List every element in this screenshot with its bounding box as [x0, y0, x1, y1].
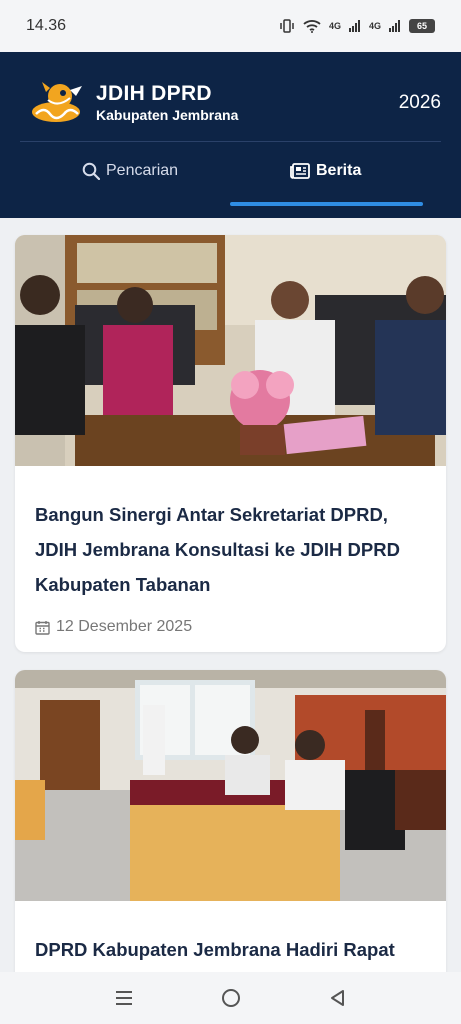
header-divider	[20, 141, 441, 142]
back-icon	[330, 990, 344, 1006]
menu-button[interactable]	[104, 978, 144, 1018]
signal-bars-icon	[389, 20, 400, 32]
news-date-text: 12 Desember 2025	[56, 618, 193, 635]
tab-pencarian[interactable]: Pencarian	[82, 158, 178, 184]
signal-bars-icon	[348, 20, 360, 32]
signal-4g-1: 4G	[328, 20, 341, 31]
back-button[interactable]	[318, 978, 358, 1018]
search-icon	[82, 162, 100, 180]
app-header: JDIH DPRD Kabupaten Jembrana 2026 Pencar…	[0, 52, 461, 218]
status-time: 14.36	[26, 17, 67, 34]
news-image-council	[15, 670, 446, 901]
meeting-photo	[15, 235, 446, 466]
news-image-meeting	[15, 235, 446, 466]
app-subtitle: Kabupaten Jembrana	[96, 107, 239, 123]
logo-icon	[32, 82, 82, 122]
brand[interactable]: JDIH DPRD Kabupaten Jembrana	[30, 78, 238, 128]
year-label[interactable]: 2026	[399, 92, 441, 114]
status-icons: 4G 4G 65	[279, 19, 435, 33]
tab-berita-label: Berita	[316, 162, 362, 179]
news-card[interactable]: DPRD Kabupaten Jembrana Hadiri Rapat	[15, 670, 446, 1000]
menu-icon	[115, 991, 132, 1005]
app-title: JDIH DPRD	[96, 82, 212, 105]
system-nav-bar	[0, 972, 461, 1024]
council-meeting-photo	[15, 670, 446, 901]
wifi-icon	[303, 20, 321, 33]
battery-icon: 65	[409, 19, 435, 33]
home-button[interactable]	[211, 978, 251, 1018]
signal-4g-2: 4G	[368, 20, 381, 31]
newspaper-icon	[290, 163, 310, 179]
vibrate-icon	[280, 19, 294, 33]
home-icon	[221, 989, 240, 1007]
tab-berita[interactable]: Berita	[290, 158, 361, 184]
calendar-icon	[35, 620, 50, 635]
tab-pencarian-label: Pencarian	[106, 162, 179, 179]
news-title[interactable]: DPRD Kabupaten Jembrana Hadiri Rapat	[15, 932, 446, 967]
active-tab-indicator	[230, 202, 423, 206]
status-bar: 14.36 4G 4G 65	[0, 0, 461, 52]
news-date: 12 Desember 2025	[15, 618, 446, 636]
news-card[interactable]: Bangun Sinergi Antar Sekretariat DPRD, J…	[15, 235, 446, 652]
news-title[interactable]: Bangun Sinergi Antar Sekretariat DPRD, J…	[15, 497, 446, 602]
